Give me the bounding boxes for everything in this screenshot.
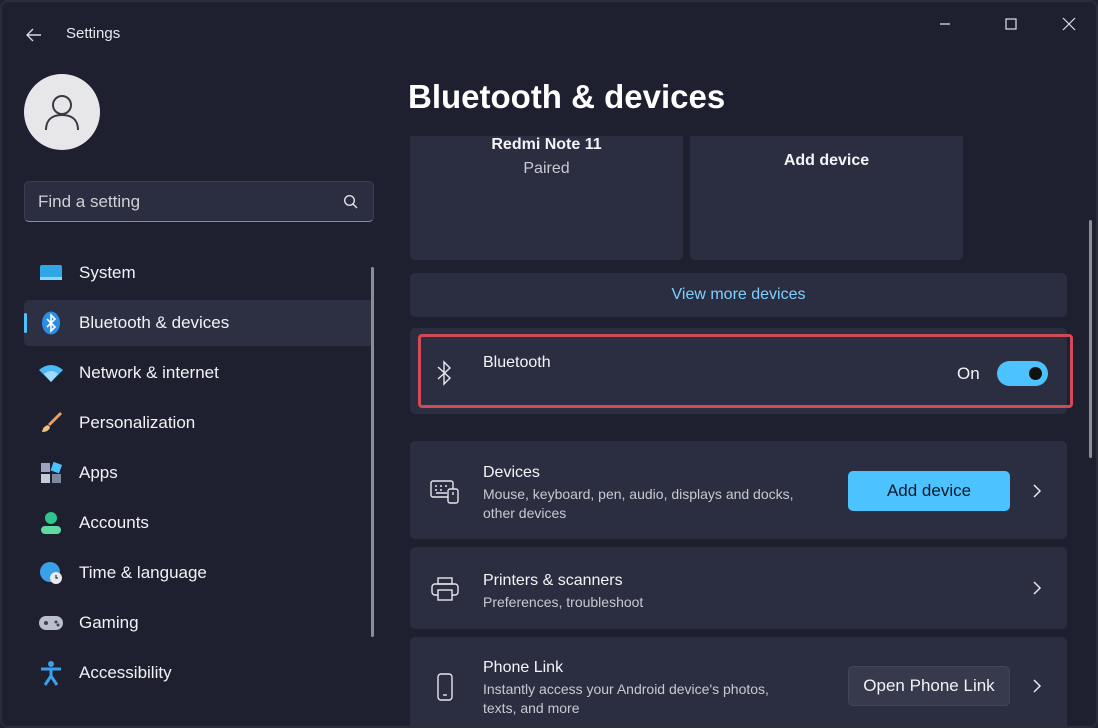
avatar[interactable] bbox=[24, 74, 100, 150]
printers-title: Printers & scanners bbox=[483, 572, 623, 589]
sidebar-item-label: Bluetooth & devices bbox=[79, 313, 230, 332]
maximize-icon bbox=[1005, 18, 1017, 30]
title-bar: Settings bbox=[2, 2, 1096, 66]
sidebar-item-label: Personalization bbox=[79, 413, 196, 432]
chevron-right-icon[interactable] bbox=[1030, 676, 1044, 696]
device-card[interactable]: Redmi Note 11 Paired bbox=[410, 136, 683, 260]
brush-icon bbox=[38, 410, 64, 436]
sidebar-item-gaming[interactable]: Gaming bbox=[24, 600, 374, 646]
search-box[interactable] bbox=[24, 181, 374, 222]
search-input[interactable] bbox=[38, 191, 328, 212]
phone-link-row[interactable]: Phone Link Instantly access your Android… bbox=[410, 637, 1067, 726]
sidebar-item-label: Gaming bbox=[79, 613, 139, 632]
sidebar-item-label: Apps bbox=[79, 463, 118, 482]
highlight-box bbox=[418, 334, 1073, 408]
sidebar-item-time-language[interactable]: Time & language bbox=[24, 550, 374, 596]
chevron-right-icon[interactable] bbox=[1030, 578, 1044, 598]
sidebar-nav: System Bluetooth & devices Network & int… bbox=[24, 250, 374, 700]
printer-icon bbox=[430, 574, 460, 604]
devices-desc: Mouse, keyboard, pen, audio, displays an… bbox=[483, 486, 794, 502]
sidebar-item-label: System bbox=[79, 263, 136, 282]
settings-window: Settings System bbox=[0, 0, 1098, 728]
sidebar-item-network[interactable]: Network & internet bbox=[24, 350, 374, 396]
view-more-devices-button[interactable]: View more devices bbox=[410, 273, 1067, 317]
phone-link-desc-line2: texts, and more bbox=[483, 700, 580, 716]
apps-icon bbox=[38, 460, 64, 486]
close-icon bbox=[1062, 17, 1076, 31]
sidebar-item-bluetooth[interactable]: Bluetooth & devices bbox=[24, 300, 374, 346]
sidebar-item-personalization[interactable]: Personalization bbox=[24, 400, 374, 446]
sidebar-item-label: Accessibility bbox=[79, 663, 172, 682]
minimize-icon bbox=[940, 23, 950, 25]
sidebar-item-apps[interactable]: Apps bbox=[24, 450, 374, 496]
add-device-button[interactable]: Add device bbox=[848, 471, 1010, 511]
sidebar-item-system[interactable]: System bbox=[24, 250, 374, 296]
person-icon bbox=[38, 510, 64, 536]
device-status: Paired bbox=[523, 160, 570, 177]
user-icon bbox=[45, 95, 79, 131]
sidebar-item-label: Network & internet bbox=[79, 363, 219, 382]
devices-title: Devices bbox=[483, 464, 540, 481]
device-name: Redmi Note 11 bbox=[491, 136, 602, 153]
sidebar-item-accessibility[interactable]: Accessibility bbox=[24, 650, 374, 696]
sidebar-scrollbar[interactable] bbox=[371, 267, 374, 637]
gamepad-icon bbox=[38, 610, 64, 636]
devices-row[interactable]: Devices Mouse, keyboard, pen, audio, dis… bbox=[410, 441, 1067, 539]
phone-link-desc: Instantly access your Android device's p… bbox=[483, 681, 769, 697]
maximize-button[interactable] bbox=[988, 10, 1034, 38]
main-scrollbar[interactable] bbox=[1089, 220, 1092, 458]
add-device-label: Add device bbox=[783, 152, 870, 169]
close-button[interactable] bbox=[1046, 10, 1092, 38]
printers-desc: Preferences, troubleshoot bbox=[483, 594, 644, 610]
devices-desc-line2: other devices bbox=[483, 505, 567, 521]
wifi-icon bbox=[38, 360, 64, 386]
phone-icon bbox=[430, 672, 460, 702]
sidebar-item-accounts[interactable]: Accounts bbox=[24, 500, 374, 546]
open-phone-link-button[interactable]: Open Phone Link bbox=[848, 666, 1010, 706]
minimize-button[interactable] bbox=[922, 10, 968, 38]
sidebar-item-label: Accounts bbox=[79, 513, 149, 532]
back-arrow-icon bbox=[26, 28, 41, 42]
bluetooth-icon bbox=[38, 310, 64, 336]
printers-row[interactable]: Printers & scanners Preferences, trouble… bbox=[410, 547, 1067, 629]
view-more-label: View more devices bbox=[671, 286, 806, 303]
app-title: Settings bbox=[66, 25, 121, 42]
keyboard-icon bbox=[430, 477, 460, 507]
globe-clock-icon bbox=[38, 560, 64, 586]
accessibility-icon bbox=[38, 660, 64, 686]
back-button[interactable] bbox=[18, 22, 50, 48]
sidebar-item-label: Time & language bbox=[79, 563, 207, 582]
chevron-right-icon[interactable] bbox=[1030, 481, 1044, 501]
search-icon[interactable] bbox=[343, 194, 359, 210]
add-device-card[interactable]: Add device bbox=[690, 136, 963, 260]
phone-link-title: Phone Link bbox=[483, 659, 564, 676]
page-title: Bluetooth & devices bbox=[408, 78, 726, 115]
monitor-icon bbox=[38, 260, 64, 286]
